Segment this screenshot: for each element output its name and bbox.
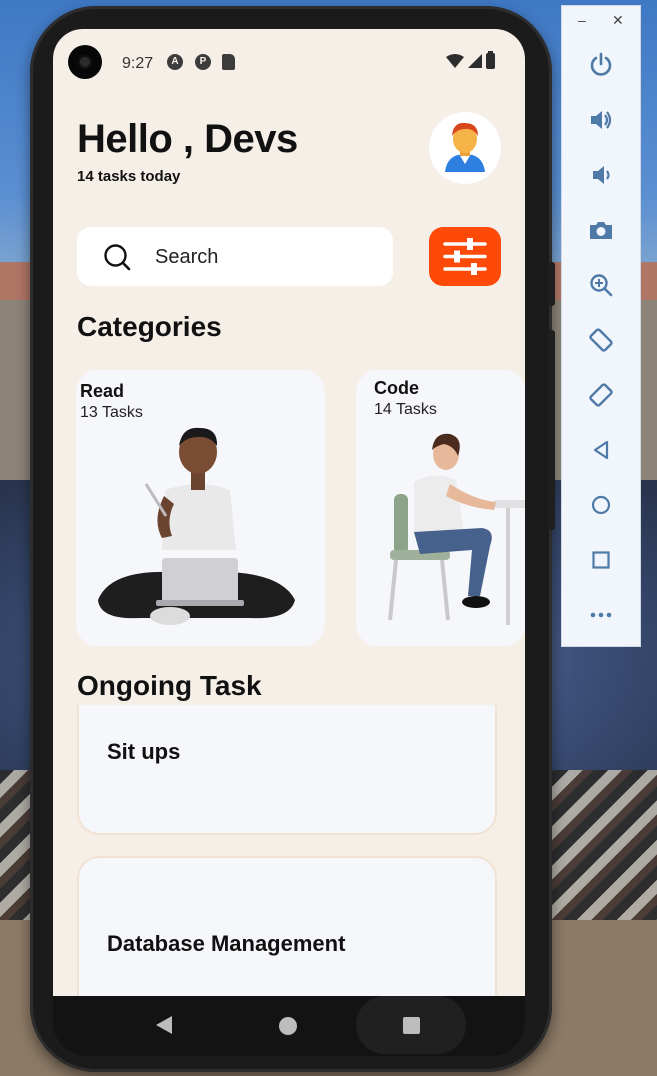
avatar[interactable] — [429, 112, 501, 184]
front-camera — [68, 45, 102, 79]
phone-volume-button[interactable] — [548, 330, 555, 530]
wifi-icon — [446, 54, 464, 68]
android-nav-bar — [53, 996, 525, 1056]
screenshot-button[interactable] — [584, 213, 618, 247]
filter-button[interactable] — [429, 227, 501, 286]
phone-side-button[interactable] — [548, 262, 555, 306]
category-card-read[interactable]: Read 13 Tasks — [76, 370, 325, 646]
rotate-left-button[interactable] — [584, 323, 618, 357]
zoom-button[interactable] — [584, 268, 618, 302]
sliders-icon — [443, 238, 487, 275]
volume-down-button[interactable] — [584, 158, 618, 192]
zoom-icon — [590, 274, 613, 297]
minimize-button[interactable]: – — [578, 12, 586, 28]
app-screen: 9:27 A P Hello , Devs 14 tasks today Sea… — [53, 29, 525, 996]
overview-button[interactable] — [584, 543, 618, 577]
more-button[interactable] — [584, 598, 618, 632]
ongoing-task-title: Ongoing Task — [77, 670, 262, 701]
power-button[interactable] — [584, 48, 618, 82]
task-title: Database Management — [107, 931, 346, 956]
battery-icon — [486, 51, 495, 69]
screenshot-icon — [590, 222, 612, 239]
greeting-title: Hello , Devs — [77, 117, 298, 161]
reading-person-illustration — [98, 427, 295, 625]
p-icon: P — [195, 54, 211, 70]
search-input[interactable]: Search — [155, 246, 218, 269]
home-icon — [591, 495, 611, 515]
category-name: Read — [80, 381, 125, 401]
search-bar[interactable]: Search — [77, 227, 393, 286]
nav-recents-icon[interactable] — [403, 1017, 420, 1034]
user-avatar-icon — [445, 122, 485, 172]
category-count: 14 Tasks — [374, 401, 437, 418]
coding-person-illustration — [388, 433, 525, 625]
more-icon — [590, 612, 612, 618]
category-name: Code — [374, 378, 419, 398]
power-icon — [590, 52, 612, 76]
sd-card-icon — [222, 54, 235, 70]
volume-up-icon — [591, 111, 612, 129]
search-icon — [104, 244, 131, 271]
nav-back-icon[interactable] — [156, 1016, 172, 1034]
status-time: 9:27 — [122, 55, 154, 72]
status-indicators — [446, 51, 495, 69]
back-button[interactable] — [584, 433, 618, 467]
rotate-left-icon — [589, 328, 613, 352]
volume-down-icon — [593, 166, 610, 184]
emulator-toolbar: – ✕ — [561, 5, 641, 647]
signal-icon — [468, 54, 482, 68]
a-icon: A — [167, 54, 183, 70]
rotate-right-button[interactable] — [584, 378, 618, 412]
volume-up-button[interactable] — [584, 103, 618, 137]
category-card-code[interactable]: Code 14 Tasks — [356, 370, 525, 646]
task-card-sit-ups[interactable]: Sit ups — [77, 705, 497, 835]
nav-home-icon[interactable] — [279, 1017, 297, 1035]
rotate-right-icon — [589, 383, 613, 407]
home-button[interactable] — [584, 488, 618, 522]
categories-title: Categories — [77, 311, 222, 342]
back-icon — [593, 440, 609, 460]
close-button[interactable]: ✕ — [612, 12, 624, 29]
task-title: Sit ups — [107, 739, 181, 764]
overview-icon — [592, 551, 610, 569]
tasks-today-subtitle: 14 tasks today — [77, 168, 181, 185]
task-card-database-management[interactable]: Database Management — [77, 856, 497, 996]
